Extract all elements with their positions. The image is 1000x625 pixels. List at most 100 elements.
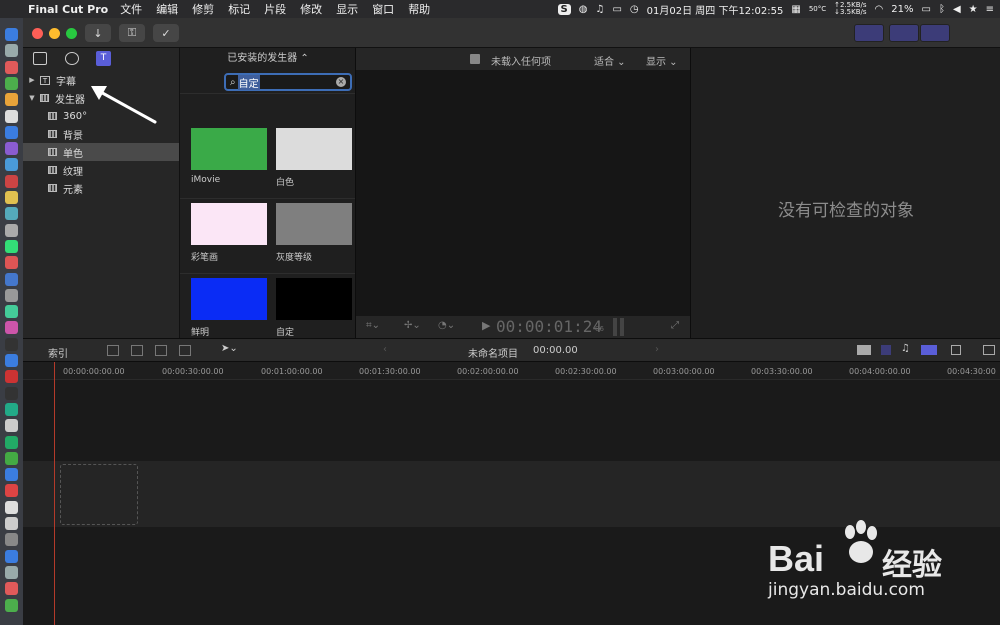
dock-app-icon[interactable]: [5, 370, 18, 384]
keywords-button[interactable]: ⚿: [119, 24, 145, 42]
dock-app-icon[interactable]: [5, 337, 18, 351]
dock-app-icon[interactable]: [5, 402, 18, 416]
generator-thumbnail[interactable]: [191, 128, 267, 170]
crop-icon[interactable]: ⌗⌄: [366, 320, 380, 331]
sidebar-item-textures[interactable]: 纹理: [23, 161, 179, 179]
headphones-icon[interactable]: ♫: [901, 343, 910, 354]
fit-menu[interactable]: 适合 ⌄: [594, 53, 626, 68]
history-back-icon[interactable]: ‹: [383, 344, 387, 355]
generator-thumbnail[interactable]: [276, 203, 352, 245]
generator-thumbnail[interactable]: [276, 128, 352, 170]
dock-app-icon[interactable]: [5, 451, 18, 465]
dock-app-icon[interactable]: [5, 598, 18, 612]
generator-thumbnail[interactable]: [191, 203, 267, 245]
dock-app-icon[interactable]: [5, 223, 18, 237]
menubar-datetime[interactable]: 01月02日 周四 下午12:02:55: [647, 2, 784, 17]
media-tab-icon[interactable]: [33, 52, 47, 65]
dock-app-icon[interactable]: [5, 93, 18, 107]
battery-icon[interactable]: ▭: [921, 4, 930, 15]
menu-trim[interactable]: 修剪: [192, 1, 214, 17]
dock-app-icon[interactable]: [5, 419, 18, 433]
dock-app-icon[interactable]: [5, 305, 18, 319]
timeline-ruler[interactable]: 00:00:00:00.00 00:00:30:00.00 00:01:00:0…: [23, 362, 1000, 380]
sidebar-item-elements[interactable]: 元素: [23, 179, 179, 197]
dock-app-icon[interactable]: [5, 386, 18, 400]
menu-modify[interactable]: 修改: [300, 1, 322, 17]
dock-app-icon[interactable]: [5, 28, 18, 41]
dock-app-icon[interactable]: [5, 321, 18, 335]
dock-app-icon[interactable]: [5, 435, 18, 449]
index-button[interactable]: 索引: [48, 345, 68, 360]
menu-mark[interactable]: 标记: [228, 1, 250, 17]
audio-skimming-icon[interactable]: [881, 345, 891, 355]
minimize-window-button[interactable]: [49, 28, 60, 39]
clip-appearance-icon[interactable]: [951, 345, 961, 355]
inspector-toggle-button[interactable]: [920, 24, 950, 42]
disclosure-down-icon[interactable]: ▼: [27, 94, 37, 102]
dock-app-icon[interactable]: [5, 256, 18, 270]
menu-clip[interactable]: 片段: [264, 1, 286, 17]
sound-tab-icon[interactable]: [65, 52, 79, 65]
import-button[interactable]: ↓: [85, 24, 111, 42]
menu-file[interactable]: 文件: [120, 1, 142, 17]
dock-app-icon[interactable]: [5, 533, 18, 547]
append-clip-icon[interactable]: [155, 345, 167, 356]
fullscreen-icon[interactable]: ⤢: [671, 320, 679, 331]
titles-generators-tab-icon[interactable]: T: [96, 51, 111, 66]
transform-icon[interactable]: ✢⌄: [404, 320, 421, 331]
play-icon[interactable]: ▶: [482, 319, 490, 332]
dock-app-icon[interactable]: [5, 272, 18, 286]
globe-icon[interactable]: ◍: [579, 4, 588, 15]
search-field[interactable]: ⌕ 自定 ×: [224, 73, 352, 91]
select-tool-icon[interactable]: ➤⌄: [221, 343, 238, 354]
menu-help[interactable]: 帮助: [408, 1, 430, 17]
skimming-icon[interactable]: [857, 345, 871, 355]
volume-icon[interactable]: ◀: [953, 4, 961, 15]
clear-search-icon[interactable]: ×: [336, 77, 346, 87]
generator-thumbnail[interactable]: [191, 278, 267, 320]
grid-icon[interactable]: ▦: [791, 4, 800, 15]
dock-app-icon[interactable]: [5, 565, 18, 579]
dock-app-icon[interactable]: [5, 288, 18, 302]
dock-app-icon[interactable]: [5, 207, 18, 221]
overwrite-clip-icon[interactable]: [179, 345, 191, 356]
menu-window[interactable]: 窗口: [372, 1, 394, 17]
insert-clip-icon[interactable]: [131, 345, 143, 356]
chat-icon[interactable]: ▭: [612, 4, 621, 15]
bluetooth-icon[interactable]: ᛒ: [939, 4, 945, 15]
dock-app-icon[interactable]: [5, 76, 18, 90]
zoom-window-button[interactable]: [66, 28, 77, 39]
status-icon[interactable]: S: [557, 3, 571, 15]
close-window-button[interactable]: [32, 28, 43, 39]
effects-browser-icon[interactable]: [983, 345, 995, 355]
music-icon[interactable]: ♫: [595, 4, 604, 15]
menu-edit[interactable]: 编辑: [156, 1, 178, 17]
dock-app-icon[interactable]: [5, 158, 18, 172]
snapping-icon[interactable]: [921, 345, 937, 355]
history-forward-icon[interactable]: ›: [655, 344, 659, 355]
menu-list-icon[interactable]: ≡: [986, 4, 994, 15]
dock-app-icon[interactable]: [5, 239, 18, 253]
dock-app-icon[interactable]: [5, 517, 18, 530]
dock-app-icon[interactable]: [5, 484, 18, 498]
generator-thumbnail[interactable]: [276, 278, 352, 320]
sidebar-item-solids[interactable]: 单色: [23, 143, 179, 161]
clock-icon[interactable]: ◷: [630, 4, 639, 15]
layout-timeline-button[interactable]: [889, 24, 919, 42]
dock-app-icon[interactable]: [5, 109, 18, 123]
disclosure-right-icon[interactable]: ▶: [27, 76, 37, 84]
playhead[interactable]: [54, 362, 55, 625]
app-menu[interactable]: Final Cut Pro: [28, 3, 108, 16]
dock-app-icon[interactable]: [5, 125, 18, 139]
search-input[interactable]: 自定: [237, 74, 260, 90]
menu-view[interactable]: 显示: [336, 1, 358, 17]
dock-app-icon[interactable]: [5, 549, 18, 563]
layout-library-button[interactable]: [854, 24, 884, 42]
dock-app-icon[interactable]: [5, 582, 18, 596]
connect-clip-icon[interactable]: [107, 345, 119, 356]
dock-app-icon[interactable]: [5, 174, 18, 188]
wifi-icon[interactable]: ◠: [875, 4, 884, 15]
dock-app-icon[interactable]: [5, 60, 18, 74]
installed-generators-popup[interactable]: 已安装的发生器 ⌃: [180, 48, 356, 70]
display-menu[interactable]: 显示 ⌄: [646, 53, 678, 68]
